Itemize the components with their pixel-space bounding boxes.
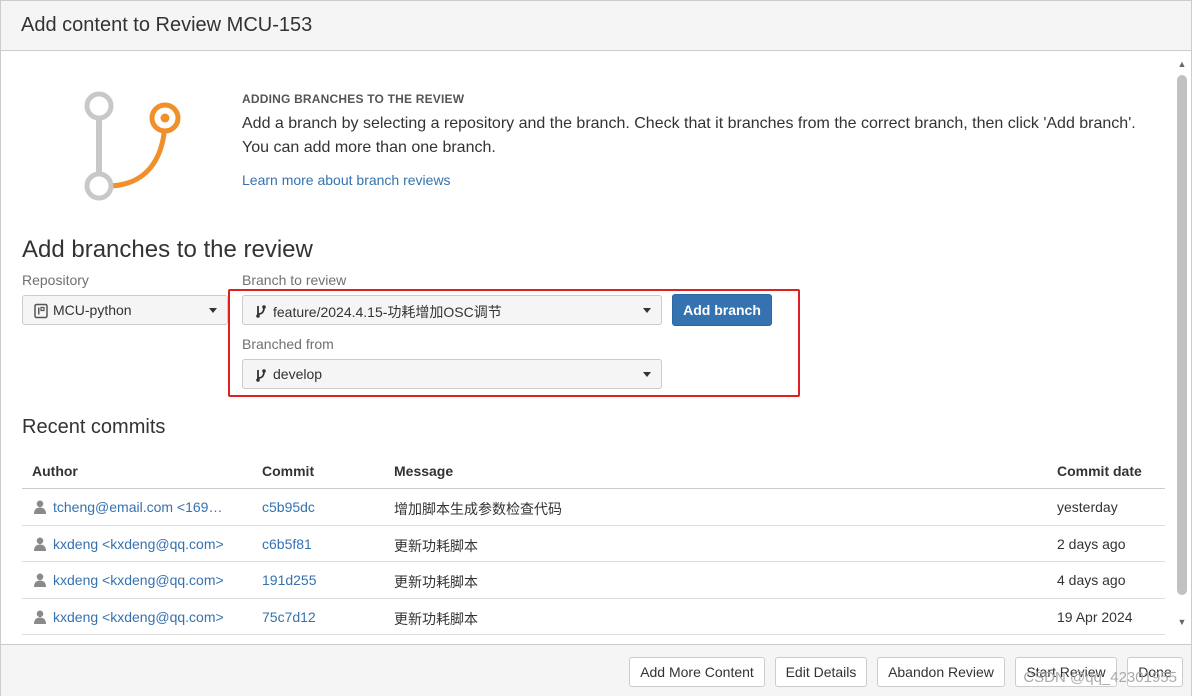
branch-label: Branch to review	[242, 272, 347, 288]
scrollbar-thumb[interactable]	[1177, 75, 1187, 595]
recent-commits-title: Recent commits	[22, 416, 166, 438]
user-icon	[34, 610, 46, 624]
commit-date: 19 Apr 2024	[1057, 608, 1133, 625]
vertical-scrollbar[interactable]: ▲ ▼	[1175, 57, 1189, 629]
commit-hash-link[interactable]: 75c7d12	[262, 609, 316, 625]
commit-message: 更新功耗脚本	[394, 537, 478, 554]
repository-value: MCU-python	[53, 302, 132, 318]
add-more-content-button[interactable]: Add More Content	[629, 657, 765, 687]
commit-hash-link[interactable]: 191d255	[262, 572, 317, 588]
commit-author-link[interactable]: kxdeng <kxdeng@qq.com>	[53, 572, 224, 588]
repository-icon	[34, 303, 48, 319]
dialog-footer: Add More Content Edit Details Abandon Re…	[1, 644, 1191, 696]
learn-more-link[interactable]: Learn more about branch reviews	[242, 172, 451, 188]
commit-hash-link[interactable]: c6b5f81	[262, 536, 312, 552]
repository-label: Repository	[22, 272, 89, 288]
user-icon	[34, 537, 46, 551]
scroll-up-icon[interactable]: ▲	[1177, 59, 1187, 69]
table-row: tcheng@email.com <169… c5b95dc 增加脚本生成参数检…	[22, 489, 1165, 526]
abandon-review-button[interactable]: Abandon Review	[877, 657, 1005, 687]
commit-hash-link[interactable]: c5b95dc	[262, 499, 315, 515]
edit-details-button[interactable]: Edit Details	[775, 657, 867, 687]
commit-message: 更新功耗脚本	[394, 574, 478, 590]
add-content-dialog: Add content to Review MCU-153 ADDING BRA…	[0, 0, 1192, 696]
intro-text: Add a branch by selecting a repository a…	[242, 115, 1136, 156]
branch-graphic-icon	[84, 91, 181, 201]
table-row: kxdeng <kxdeng@qq.com> 75c7d12 更新功耗脚本 19…	[22, 599, 1165, 635]
column-commit: Commit	[262, 463, 315, 479]
scroll-down-icon[interactable]: ▼	[1177, 617, 1187, 627]
section-title: Add branches to the review	[22, 236, 313, 263]
watermark: CSDN @qq_42301955	[1023, 669, 1177, 686]
commit-author-link[interactable]: kxdeng <kxdeng@qq.com>	[53, 609, 224, 625]
user-icon	[34, 573, 46, 587]
dialog-title: Add content to Review MCU-153	[21, 14, 313, 36]
commit-date: 4 days ago	[1057, 572, 1126, 588]
commit-message: 更新功耗脚本	[394, 610, 478, 627]
commit-author-link[interactable]: kxdeng <kxdeng@qq.com>	[53, 536, 224, 552]
highlight-annotation	[228, 289, 800, 397]
column-author: Author	[32, 463, 78, 479]
commits-table: Author Commit Message Commit date tcheng…	[22, 454, 1165, 635]
dialog-header: Add content to Review MCU-153	[1, 1, 1191, 51]
column-commit-date: Commit date	[1057, 463, 1142, 479]
user-icon	[34, 500, 46, 514]
table-row: kxdeng <kxdeng@qq.com> c6b5f81 更新功耗脚本 2 …	[22, 526, 1165, 562]
repository-select[interactable]: MCU-python	[22, 295, 228, 325]
table-row: kxdeng <kxdeng@qq.com> 191d255 更新功耗脚本 4 …	[22, 562, 1165, 599]
intro-heading: ADDING BRANCHES TO THE REVIEW	[242, 92, 465, 106]
chevron-down-icon	[209, 308, 217, 313]
commit-date: yesterday	[1057, 499, 1118, 515]
commits-table-header: Author Commit Message Commit date	[22, 454, 1165, 489]
commit-date: 2 days ago	[1057, 535, 1126, 552]
commit-author-link[interactable]: tcheng@email.com <169…	[53, 499, 222, 515]
dialog-body: ADDING BRANCHES TO THE REVIEW Add a bran…	[1, 52, 1173, 644]
column-message: Message	[394, 463, 454, 479]
commit-message: 增加脚本生成参数检查代码	[394, 501, 562, 517]
